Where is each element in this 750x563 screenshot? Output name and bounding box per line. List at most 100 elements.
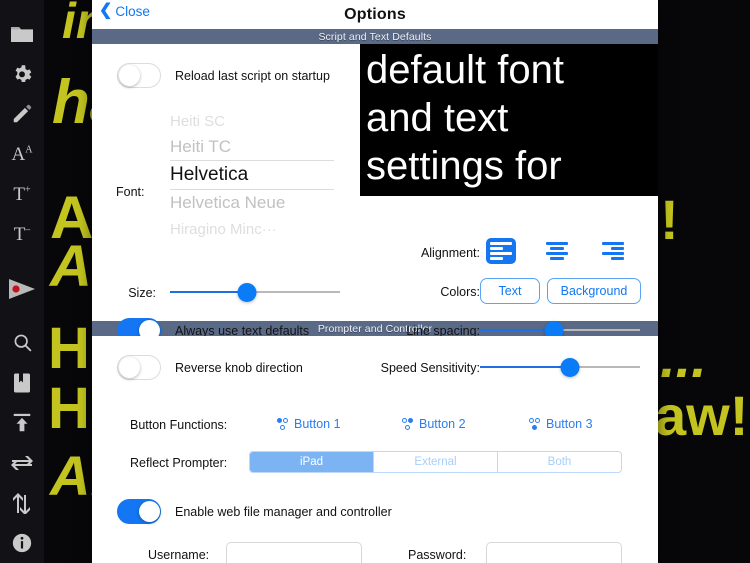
password-input[interactable] [486,542,622,563]
preview-line: settings for [366,144,562,188]
font-label: Font: [116,185,145,199]
password-label: Password: [408,548,467,562]
button-function-3-label: Button 3 [546,417,593,431]
align-right-icon[interactable] [598,238,628,264]
reflect-prompter-segmented[interactable]: iPad External Both [249,451,622,473]
slider-thumb[interactable] [237,282,256,302]
chevron-left-icon: ❮ [99,2,113,19]
sidebar-item-search[interactable] [2,323,42,363]
reverse-knob-label: Reverse knob direction [175,360,303,375]
button-function-2[interactable]: Button 2 [402,417,466,431]
align-justify-icon[interactable] [654,238,658,264]
reload-script-row: Reload last script on startup [117,63,330,88]
web-manager-label: Enable web file manager and controller [175,504,392,519]
folder-icon [10,24,34,44]
sidebar-item-font-size[interactable]: AA [2,134,42,174]
reverse-knob-toggle[interactable] [117,355,161,380]
text-decrease-icon: T– [13,223,31,245]
mirror-vertical-icon [11,492,33,514]
prompter-line: ... [660,326,707,389]
scroll-top-icon [11,412,33,434]
button-function-1[interactable]: Button 1 [277,417,341,431]
sidebar-item-info[interactable] [2,523,42,563]
sidebar-item-edit[interactable] [2,94,42,134]
size-label: Size: [128,286,156,300]
background-color-button[interactable]: Background [547,278,641,304]
sidebar-item-options[interactable] [2,54,42,94]
info-icon [11,532,33,554]
segment-both[interactable]: Both [498,452,621,472]
font-option[interactable]: Hiragino Minc··· [170,216,334,240]
button-position-1-icon [277,417,290,431]
prompter-line: ! [660,188,679,251]
reflect-prompter-label: Reflect Prompter: [130,456,228,470]
preview-line: default font [366,48,564,92]
gear-icon [11,63,33,85]
text-increase-icon: T+ [13,183,31,205]
section-header-text-defaults: Script and Text Defaults [92,29,658,44]
font-option-selected[interactable]: Helvetica [170,160,334,190]
close-button[interactable]: ❮ Close [99,2,150,20]
play-record-icon [7,278,37,300]
reverse-knob-row: Reverse knob direction [117,355,303,380]
segment-ipad[interactable]: iPad [250,452,374,472]
font-option[interactable]: Helvetica Neue [170,190,334,216]
align-center-icon[interactable] [542,238,572,264]
toggle-knob [139,501,160,522]
slider-thumb[interactable] [560,357,580,377]
web-manager-row: Enable web file manager and controller [117,499,392,524]
slider-fill [170,291,247,293]
font-picker[interactable]: Heiti SC Heiti TC Helvetica Helvetica Ne… [170,108,334,240]
slider-fill [480,366,570,368]
dialog-titlebar: ❮ Close Options [92,0,658,29]
align-left-icon[interactable] [486,238,516,264]
prompter-line: aw! [655,384,749,447]
font-option[interactable]: Heiti TC [170,134,334,160]
button-function-2-label: Button 2 [419,417,466,431]
button-position-3-icon [529,417,542,431]
colors-label: Colors: [440,285,480,299]
toggle-knob [119,357,140,378]
text-color-button[interactable]: Text [480,278,540,304]
username-input[interactable] [226,542,362,563]
section-body-text-defaults: Reload last script on startup Font: Heit… [92,44,658,343]
tool-sidebar[interactable]: AA T+ T– [0,0,44,563]
speed-sensitivity-slider[interactable] [480,356,640,378]
sidebar-item-folder[interactable] [2,14,42,54]
section-body-prompter: Reverse knob direction Speed Sensitivity… [92,336,658,563]
sidebar-item-text-decrease[interactable]: T– [2,214,42,254]
alignment-label: Alignment: [420,246,480,260]
bookmark-icon [12,372,32,394]
button-function-1-label: Button 1 [294,417,341,431]
web-manager-toggle[interactable] [117,499,161,524]
segment-external[interactable]: External [374,452,498,472]
speed-sensitivity-label: Speed Sensitivity: [380,361,480,375]
reload-script-toggle[interactable] [117,63,161,88]
mirror-horizontal-icon [10,453,34,473]
username-label: Username: [148,548,210,562]
options-dialog: ❮ Close Options Script and Text Defaults… [92,0,658,563]
sidebar-item-text-increase[interactable]: T+ [2,174,42,214]
reload-script-label: Reload last script on startup [175,68,330,83]
pencil-icon [11,103,33,125]
search-icon [12,332,33,353]
button-function-3[interactable]: Button 3 [529,417,593,431]
preview-line: and text [366,96,509,140]
sidebar-item-play[interactable] [2,268,42,308]
close-button-label: Close [115,4,150,19]
sidebar-item-scroll-top[interactable] [2,403,42,443]
sidebar-item-mirror-vertical[interactable] [2,483,42,523]
sidebar-item-bookmark[interactable] [2,363,42,403]
button-position-2-icon [402,417,415,431]
alignment-group [486,238,658,264]
font-size-icon: AA [11,143,33,165]
app-root: in ha An An He He An ! ... aw! AA T+ T– … [0,0,750,563]
button-functions-label: Button Functions: [130,418,228,432]
size-slider[interactable] [170,281,340,303]
slider-fill [480,329,554,331]
font-option[interactable]: Heiti SC [170,108,334,134]
toggle-knob [119,65,140,86]
page-title: Options [344,5,406,23]
font-preview: default font and text settings for [360,44,658,196]
sidebar-item-mirror-horizontal[interactable] [2,443,42,483]
